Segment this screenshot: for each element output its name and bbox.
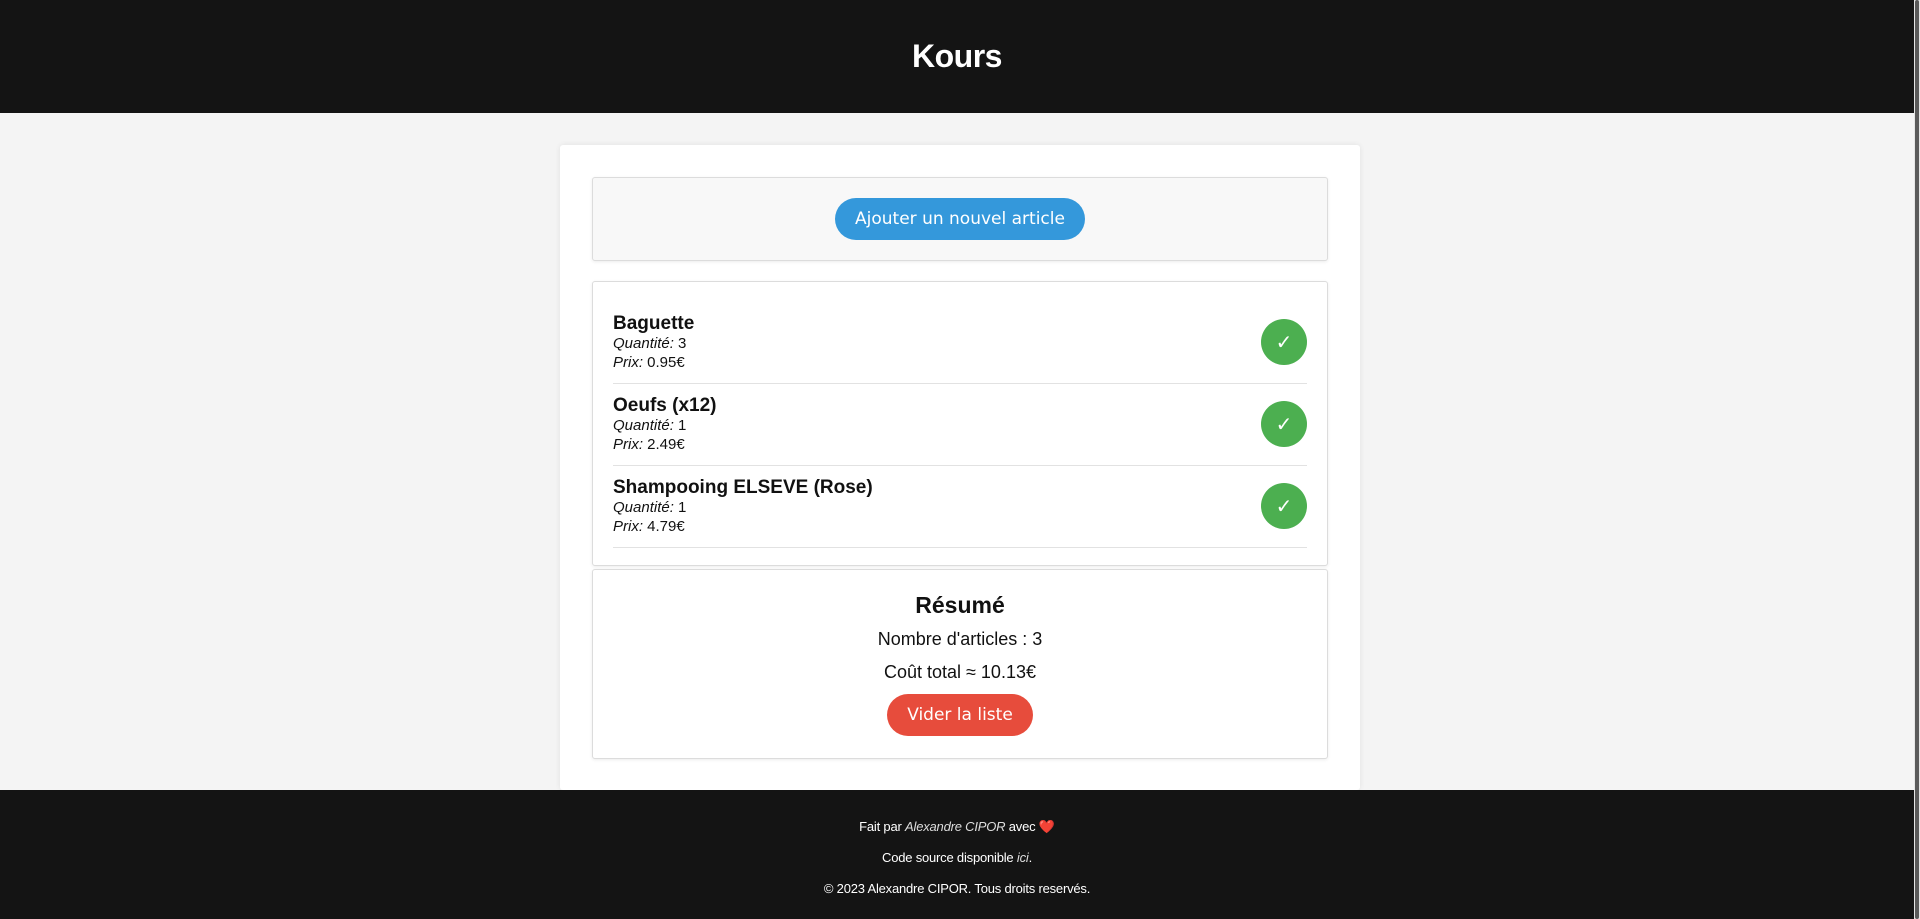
source-line: Code source disponible ici. (0, 849, 1914, 867)
credits-line: Fait par Alexandre CIPOR avec ❤️ (0, 818, 1914, 836)
credits-suffix: avec (1008, 819, 1036, 834)
scrollbar-thumb[interactable] (1915, 0, 1919, 919)
quantity-label: Quantité: (613, 335, 674, 352)
copyright: © 2023 Alexandre CIPOR. Tous droits rese… (823, 881, 1091, 896)
item-name: Baguette (613, 313, 695, 334)
total-cost: Coût total ≈ 10.13€ (884, 662, 1036, 682)
app-title: Kours (912, 38, 1002, 74)
page-header: Kours (0, 0, 1914, 113)
source-prefix: Code source disponible (882, 850, 1014, 865)
item-name: Shampooing ELSEVE (Rose) (613, 477, 873, 498)
main-container: Ajouter un nouvel article Baguette Quant… (560, 145, 1360, 790)
source-suffix: . (1028, 850, 1033, 865)
item-price: Prix: 4.79€ (613, 517, 1307, 536)
checkmark-icon: ✓ (1275, 494, 1293, 518)
summary-panel: Résumé Nombre d'articles : 3 Coût total … (592, 569, 1328, 759)
item-price: Prix: 0.95€ (613, 353, 1307, 372)
heart-icon: ❤️ (1038, 819, 1055, 834)
scrollbar[interactable] (1914, 0, 1920, 919)
item-quantity: Quantité: 3 (613, 334, 1307, 353)
list-item: Baguette Quantité: 3 Prix: 0.95€ ✓ (613, 302, 1307, 384)
price-value: 4.79€ (647, 518, 685, 535)
item-quantity: Quantité: 1 (613, 416, 1307, 435)
item-count: Nombre d'articles : 3 (877, 629, 1043, 649)
item-quantity: Quantité: 1 (613, 498, 1307, 517)
item-name: Oeufs (x12) (613, 395, 717, 416)
checkmark-icon: ✓ (1275, 412, 1293, 436)
checkmark-icon: ✓ (1275, 330, 1293, 354)
source-link[interactable]: ici (1017, 850, 1029, 865)
item-price: Prix: 2.49€ (613, 435, 1307, 454)
price-label: Prix: (613, 436, 643, 453)
quantity-value: 1 (678, 417, 687, 434)
check-button[interactable]: ✓ (1261, 483, 1307, 529)
price-value: 2.49€ (647, 436, 685, 453)
clear-list-button[interactable]: Vider la liste (887, 694, 1033, 736)
summary-title: Résumé (915, 592, 1005, 618)
credits-prefix: Fait par (859, 819, 902, 834)
add-item-panel: Ajouter un nouvel article (592, 177, 1328, 261)
shopping-list: Baguette Quantité: 3 Prix: 0.95€ ✓ Oeufs… (592, 281, 1328, 566)
quantity-label: Quantité: (613, 499, 674, 516)
quantity-label: Quantité: (613, 417, 674, 434)
quantity-value: 3 (678, 335, 687, 352)
price-label: Prix: (613, 354, 643, 371)
price-value: 0.95€ (647, 354, 685, 371)
page-footer: Fait par Alexandre CIPOR avec ❤️ Code so… (0, 790, 1914, 919)
price-label: Prix: (613, 518, 643, 535)
check-button[interactable]: ✓ (1261, 319, 1307, 365)
author-name: Alexandre CIPOR (905, 819, 1006, 834)
quantity-value: 1 (678, 499, 687, 516)
list-item: Shampooing ELSEVE (Rose) Quantité: 1 Pri… (613, 466, 1307, 548)
add-item-button[interactable]: Ajouter un nouvel article (835, 198, 1085, 240)
check-button[interactable]: ✓ (1261, 401, 1307, 447)
list-item: Oeufs (x12) Quantité: 1 Prix: 2.49€ ✓ (613, 384, 1307, 466)
